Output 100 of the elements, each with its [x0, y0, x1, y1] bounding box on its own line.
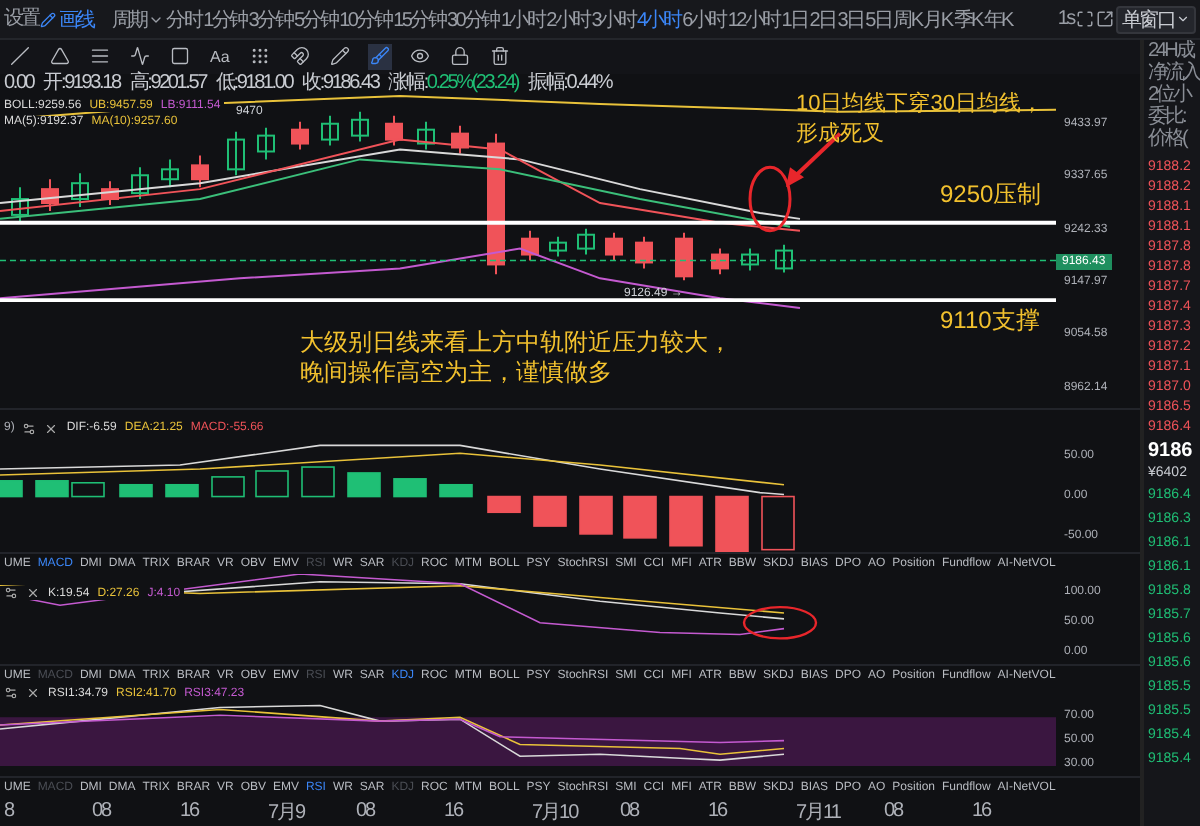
period-tab[interactable]: 15分钟 — [393, 5, 446, 33]
candle — [11, 186, 29, 224]
candle — [549, 235, 567, 258]
close-icon[interactable] — [26, 586, 40, 601]
histogram-bar — [0, 479, 23, 497]
settings-label[interactable]: 设置 — [4, 7, 39, 31]
histogram-bar — [211, 475, 245, 497]
quote-item: 高:9201.57 — [129, 73, 206, 94]
time-label: 7月9 — [268, 799, 307, 826]
histogram-bar — [301, 465, 335, 497]
histogram-bar — [715, 494, 749, 552]
time-label: 8 — [4, 800, 17, 823]
period-tab[interactable]: 30分钟 — [447, 5, 499, 33]
highlight-circle — [742, 606, 818, 641]
resistance-label: 9250压制 — [940, 179, 1042, 210]
popout-icon[interactable] — [1095, 10, 1114, 28]
period-tab[interactable]: 3小时 — [591, 5, 635, 33]
panel-label: 价格( — [1148, 128, 1189, 150]
settings-icon[interactable] — [4, 586, 18, 601]
candle — [577, 227, 595, 256]
settings-icon[interactable] — [4, 686, 18, 701]
histogram-bar — [255, 469, 289, 497]
histogram-bar — [669, 494, 703, 546]
candle — [227, 130, 245, 177]
time-label: 16 — [972, 800, 994, 823]
histogram-bar — [761, 494, 795, 550]
candle — [351, 110, 369, 143]
quote-item: 低:9181.00 — [215, 73, 293, 94]
period-tab[interactable]: 6小时 — [682, 5, 726, 33]
time-label: 7月10 — [532, 799, 581, 826]
period-tab[interactable]: 5日 — [865, 5, 892, 33]
candle — [257, 126, 275, 161]
candle — [417, 120, 435, 151]
panel-label: 24H成 — [1148, 40, 1194, 62]
time-label: 08 — [620, 800, 642, 823]
panel-label: 2位小 — [1148, 84, 1194, 106]
period-tab[interactable]: 3分钟 — [248, 5, 292, 33]
period-tab[interactable]: 2小时 — [546, 5, 590, 33]
candle — [775, 243, 793, 274]
quote-item: 开:9193.18 — [43, 73, 120, 94]
panel-label: 委比: — [1148, 106, 1188, 128]
trash-icon[interactable] — [487, 43, 512, 70]
quote-item: 0.00 — [4, 73, 34, 94]
candle — [291, 120, 309, 151]
text-tool[interactable]: Aa — [208, 43, 232, 70]
line-tool-icon[interactable] — [8, 43, 32, 70]
close-icon[interactable] — [26, 686, 40, 701]
histogram-bar — [439, 483, 473, 497]
time-label: 08 — [356, 800, 378, 823]
pencil-icon[interactable] — [327, 43, 352, 70]
highlight-circle — [748, 165, 792, 233]
time-label: 7月11 — [796, 799, 843, 826]
layout-select[interactable]: 单窗口 — [1115, 5, 1196, 33]
fullscreen-icon[interactable] — [1075, 10, 1094, 28]
candle — [161, 158, 179, 189]
time-label: 16 — [444, 800, 466, 823]
candle — [131, 166, 149, 200]
close-icon[interactable] — [44, 421, 59, 436]
period-tab[interactable]: 5分钟 — [293, 5, 338, 33]
time-label: 08 — [92, 800, 114, 823]
triangle-icon[interactable] — [48, 43, 72, 70]
period-tab[interactable]: 3日 — [837, 5, 864, 33]
caret-icon — [1176, 12, 1190, 26]
period-tab[interactable]: 月K — [923, 5, 952, 33]
period-tab[interactable]: 分时 — [166, 5, 202, 33]
histogram-bar — [623, 494, 657, 538]
wave-icon[interactable] — [128, 43, 152, 70]
lock-icon[interactable] — [447, 43, 472, 70]
draw-toggle[interactable]: 画线 — [40, 5, 94, 33]
period-tab[interactable]: 10分钟 — [339, 5, 392, 33]
square-icon[interactable] — [168, 43, 192, 70]
pen-icon — [40, 11, 57, 27]
histogram-bar — [533, 494, 567, 526]
candle — [101, 180, 119, 206]
period-tab[interactable]: 年K — [983, 5, 1012, 33]
candle — [191, 154, 209, 189]
histogram-bar — [347, 471, 381, 497]
brush-icon[interactable] — [367, 43, 392, 70]
period-tab[interactable]: 1日 — [781, 5, 808, 33]
candle — [521, 229, 539, 262]
time-label: 16 — [708, 800, 730, 823]
period-menu[interactable]: 周期 — [111, 5, 165, 33]
period-tab[interactable]: 1小时 — [500, 5, 545, 33]
settings-icon[interactable] — [22, 421, 37, 436]
quote-item: 收:9186.43 — [302, 73, 379, 94]
period-tab[interactable]: 1分钟 — [203, 5, 247, 33]
period-tab[interactable]: 周K — [893, 5, 922, 33]
period-tab[interactable]: 12小时 — [727, 5, 780, 33]
candle — [741, 247, 759, 272]
quote-item: 涨幅:0.25%(23.24) — [388, 73, 519, 94]
candle — [675, 231, 693, 282]
refresh-rate[interactable]: 1s — [1057, 7, 1074, 31]
time-label: 16 — [180, 800, 202, 823]
outlook-note: 大级别日线来看上方中轨附近压力较大，晚间操作高空为主，谨慎做多 — [300, 327, 734, 388]
histogram-bar — [393, 477, 427, 497]
candle — [711, 247, 729, 276]
period-tab[interactable]: 季K — [953, 5, 982, 33]
period-tab[interactable]: 4小时 — [636, 5, 681, 33]
magnet-icon[interactable] — [287, 43, 312, 70]
period-tab[interactable]: 2日 — [809, 5, 836, 33]
